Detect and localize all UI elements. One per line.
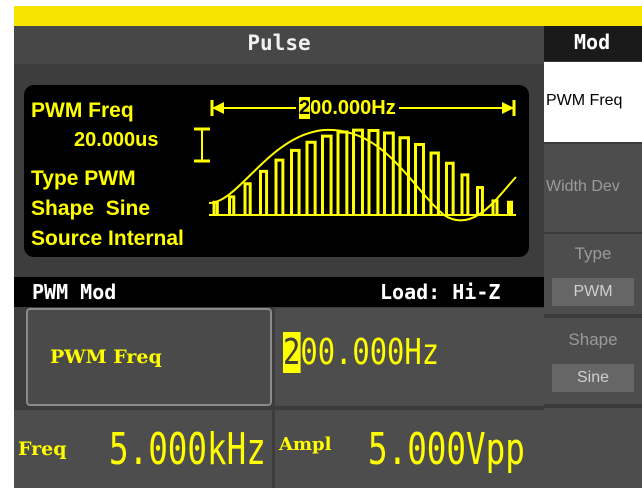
ampl-param-cell[interactable]: Ampl 5.000Vpp [275, 410, 544, 488]
softkey-type-value: PWM [573, 283, 613, 300]
softkey-empty[interactable] [544, 408, 642, 488]
softkey-header: Mod [544, 26, 642, 61]
softkey-type-value-box: PWM [552, 278, 634, 306]
pulse-mark [445, 161, 455, 215]
shape-readout: Shape Sine [31, 197, 151, 220]
freq-marker-value: 00.000Hz [310, 97, 396, 119]
pwm-freq-param-label: PWM Freq [50, 346, 162, 368]
deviation-value: 20.000us [74, 129, 159, 151]
pulse-mark [305, 140, 317, 215]
mode-label: PWM Mod [32, 280, 117, 304]
page-title: Pulse [14, 26, 544, 64]
pwm-freq-param-cell[interactable]: PWM Freq [26, 308, 272, 406]
softkey-shape-label: Shape [568, 330, 618, 349]
pulse-mark [383, 131, 395, 215]
softkey-type[interactable]: Type PWM [544, 234, 642, 314]
pwm-freq-rest: 00.000Hz [300, 332, 440, 373]
ampl-label: Ampl [279, 434, 332, 455]
type-readout: Type PWM [31, 167, 136, 190]
pulse-mark [228, 195, 236, 215]
freq-marker-readout: 200.000Hz [296, 97, 399, 120]
softkey-shape-value: Sine [576, 369, 610, 386]
source-readout: Source Internal [31, 227, 184, 250]
softkey-type-label: Type [574, 244, 612, 263]
softkey-header-label: Mod [574, 30, 611, 54]
pulse-mark [274, 158, 285, 215]
softkey-pwm-freq[interactable]: PWM Freq [544, 62, 642, 142]
softkey-shape[interactable]: Shape Sine [544, 318, 642, 404]
load-label: Load: Hi-Z [380, 280, 501, 304]
pwm-freq-value: 200.000Hz [283, 332, 439, 373]
ampl-value: 5.000Vpp [368, 424, 525, 475]
pulse-mark [336, 130, 349, 215]
status-bar: PWM Mod Load: Hi-Z [14, 277, 544, 307]
freq-cursor-digit: 2 [299, 97, 311, 119]
softkey-pwm-freq-label: PWM Freq [546, 92, 623, 109]
pulse-mark [507, 200, 514, 215]
freq-value: 5.000kHz [109, 424, 266, 475]
pwm-freq-value-cell[interactable]: 200.000Hz [275, 308, 544, 406]
pulse-mark [460, 173, 470, 215]
waveform-panel: PWM Freq 20.000us Type PWM Shape Sine So… [24, 85, 529, 257]
freq-label: Freq [18, 438, 67, 460]
waveform-param-label: PWM Freq [31, 99, 134, 122]
pulse-mark [414, 142, 425, 215]
softkey-width-dev-label: Width Dev [546, 178, 620, 195]
pulse-mark [243, 182, 252, 215]
pulse-mark [259, 169, 269, 215]
softkey-width-dev[interactable]: Width Dev [544, 144, 642, 232]
softkey-shape-value-box: Sine [552, 364, 634, 392]
top-accent-bar [14, 6, 642, 26]
pulse-mark [476, 185, 484, 215]
pulse-mark [212, 200, 219, 215]
pulse-mark [290, 148, 301, 215]
pwm-freq-cursor-digit: 2 [283, 332, 301, 373]
pulse-mark [321, 134, 333, 215]
freq-param-cell[interactable]: Freq 5.000kHz [14, 410, 272, 488]
pulse-mark [352, 128, 364, 215]
